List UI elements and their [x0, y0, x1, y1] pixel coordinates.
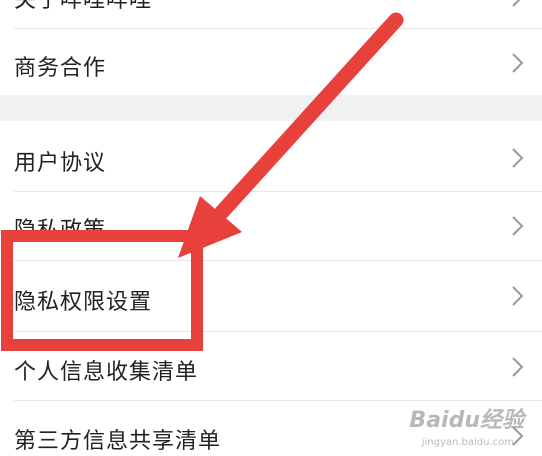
chevron-right-icon	[512, 286, 524, 306]
chevron-right-icon	[512, 0, 521, 7]
menu-item-label: 隐私权限设置	[14, 290, 153, 315]
chevron-right-icon	[512, 216, 524, 236]
chevron-right-icon	[512, 426, 524, 446]
menu-item-personal-info-list[interactable]: 个人信息收集清单	[0, 332, 542, 400]
menu-item-label: 第三方信息共享清单	[14, 429, 222, 454]
menu-item-label: 用户协议	[14, 151, 107, 176]
menu-item-business[interactable]: 商务合作	[0, 29, 542, 95]
menu-item-label: 隐私政策	[14, 218, 107, 243]
menu-item-label: 个人信息收集清单	[14, 360, 199, 385]
menu-item-about[interactable]: 关于咩哩咩哩	[0, 0, 542, 26]
menu-item-user-agreement[interactable]: 用户协议	[0, 121, 542, 191]
menu-item-privacy-policy[interactable]: 隐私政策	[0, 192, 542, 260]
menu-item-label: 商务合作	[14, 56, 107, 81]
chevron-right-icon	[512, 53, 524, 73]
menu-item-third-party-sharing[interactable]: 第三方信息共享清单	[0, 401, 542, 456]
section-gap	[0, 95, 542, 121]
menu-item-label: 关于咩哩咩哩	[14, 0, 153, 13]
menu-item-privacy-permissions[interactable]: 隐私权限设置	[0, 261, 542, 331]
chevron-right-icon	[512, 148, 524, 168]
settings-screen: 关于咩哩咩哩 商务合作 用户协议 隐私政策 隐私权限设置 个人信息收集清单 第三…	[0, 0, 542, 456]
chevron-right-icon	[512, 357, 524, 377]
